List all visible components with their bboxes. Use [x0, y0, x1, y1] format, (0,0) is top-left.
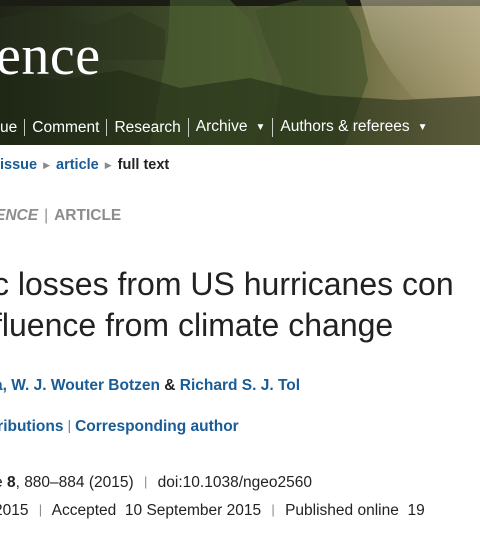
author-link[interactable]: a [0, 377, 3, 394]
nav-item-research[interactable]: Research [106, 119, 187, 136]
main-nav: ue Comment Research Archive ▼ Authors & r… [0, 110, 435, 145]
article-dates: 2015 | Accepted 10 September 2015 | Publ… [0, 502, 425, 520]
nav-item-label: ue [0, 119, 18, 136]
accepted-label: Accepted [51, 502, 117, 519]
breadcrumb-arrow-icon: ▶ [104, 160, 112, 170]
breadcrumb-issue-link[interactable]: issue [0, 157, 37, 173]
published-label: Published online [285, 502, 399, 519]
contributions-link[interactable]: tributions [0, 418, 63, 435]
article-title-line: c losses from US hurricanes con [0, 266, 454, 302]
nav-item-label: Authors & referees [280, 118, 410, 135]
breadcrumb-article-link[interactable]: article [56, 157, 99, 173]
author-list: a, W. J. Wouter Botzen & Richard S. J. T… [0, 377, 300, 395]
nav-item-label: Research [114, 119, 181, 136]
article-type: ARTICLE [54, 207, 122, 224]
author-link[interactable]: Richard S. J. Tol [180, 377, 300, 394]
article-title-line: fluence from climate change [0, 307, 394, 343]
breadcrumb-current: full text [117, 157, 170, 173]
received-date: 2015 [0, 502, 29, 519]
breadcrumb-arrow-icon: ▶ [43, 160, 51, 170]
author-info-links: tributions|Corresponding author [0, 417, 239, 436]
page-range: 880–884 [24, 474, 85, 491]
volume-prefix: e [0, 474, 3, 491]
caret-down-icon: ▼ [417, 122, 428, 133]
doi-text: doi:10.1038/ngeo2560 [157, 474, 312, 491]
corresponding-author-link[interactable]: Corresponding author [75, 418, 239, 435]
author-separator: & [164, 377, 176, 394]
date-divider: | [38, 502, 43, 517]
publication-year: (2015) [88, 474, 134, 491]
volume-number: 8 [6, 474, 16, 491]
article-title: c losses from US hurricanes con fluence … [0, 264, 480, 346]
caret-down-icon: ▼ [255, 122, 266, 133]
nav-item-label: Comment [32, 119, 100, 136]
breadcrumb: issue ▶ article ▶ full text [0, 157, 169, 173]
nav-item-archive[interactable]: Archive ▼ [187, 118, 273, 137]
nav-item-comment[interactable]: Comment [24, 119, 106, 136]
author-link[interactable]: W. J. Wouter Botzen [11, 377, 160, 394]
site-header: ence ue Comment Research Archive ▼ Author… [0, 0, 480, 145]
nav-item-current-issue[interactable]: ue [0, 119, 24, 136]
accepted-date: 10 September 2015 [124, 502, 262, 519]
link-divider: | [67, 417, 72, 433]
article-section-label: ENCE | ARTICLE [0, 207, 121, 225]
section-divider: | [44, 207, 49, 224]
nav-item-authors-referees[interactable]: Authors & referees ▼ [272, 118, 434, 137]
journal-name: ENCE [0, 207, 39, 224]
journal-logo[interactable]: ence [0, 28, 101, 84]
date-divider: | [271, 502, 275, 517]
nav-item-label: Archive [195, 118, 248, 135]
citation-line: e 8, 880–884 (2015) | doi:10.1038/ngeo25… [0, 474, 312, 492]
citation-divider: | [143, 474, 148, 489]
published-date: 19 [407, 502, 425, 519]
